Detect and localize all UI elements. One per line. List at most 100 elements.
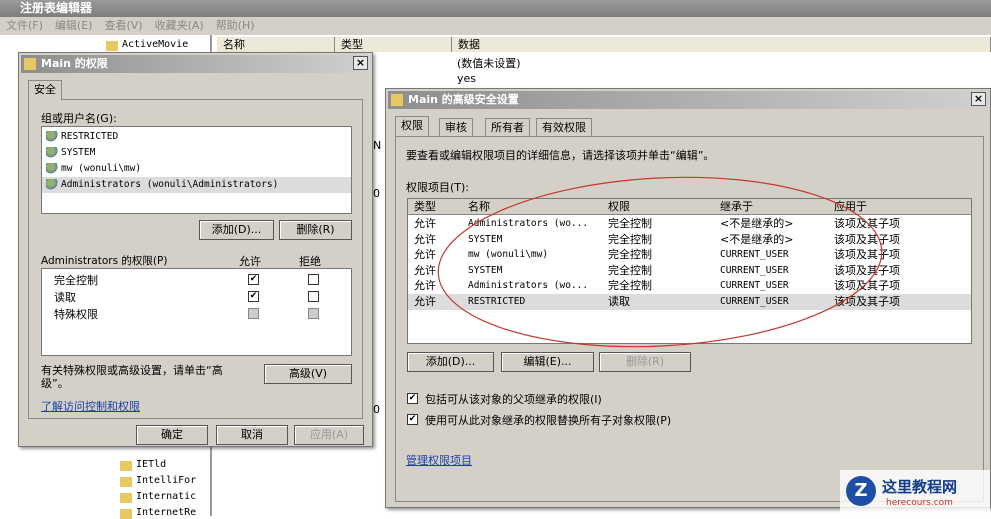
tree-item[interactable]: ActiveMovie [104, 39, 188, 51]
tab-permissions[interactable]: 权限 [395, 116, 429, 136]
permissions-dialog: Main 的权限 × 安全 组或用户名(G): RESTRICTED SYSTEM… [18, 52, 373, 447]
deny-header: 拒绝 [299, 255, 321, 268]
table-row[interactable]: 允许 SYSTEM 完全控制 CURRENT_USER 该项及其子项 [408, 263, 971, 279]
edit-button[interactable]: 编辑(E)... [501, 352, 594, 372]
tree-item[interactable]: InternetRe [118, 507, 196, 519]
tab-effective[interactable]: 有效权限 [536, 118, 592, 136]
folder-icon [24, 58, 36, 70]
menu-file[interactable]: 文件(F) [6, 19, 43, 32]
cell: 允许 [414, 263, 436, 277]
group-icon [46, 178, 58, 191]
ok-button[interactable]: 确定 [136, 425, 208, 445]
advanced-hint: 有关特殊权限或高级设置，请单击“高级”。 [41, 364, 223, 390]
tree-item[interactable]: Internatic [118, 491, 196, 503]
deny-checkbox [308, 308, 319, 319]
cell: CURRENT_USER [720, 295, 789, 307]
col-applies[interactable]: 应用于 [834, 199, 867, 215]
perm-name: 特殊权限 [54, 308, 98, 321]
dialog-title: Main 的权限 [41, 57, 108, 70]
user-icon [46, 162, 58, 175]
allow-checkbox[interactable]: ✔ [248, 291, 259, 302]
tab-owner[interactable]: 所有者 [485, 118, 530, 136]
cell: SYSTEM [468, 264, 503, 276]
tab-security[interactable]: 安全 [28, 80, 62, 100]
app-title-bar: 注册表编辑器 [0, 0, 991, 17]
col-name[interactable]: 名称 [468, 199, 490, 215]
learn-link[interactable]: 了解访问控制和权限 [41, 398, 140, 414]
perm-name: 读取 [54, 291, 76, 304]
permission-entries-table[interactable]: 类型 名称 权限 继承于 应用于 允许 Administrators (wo...… [407, 198, 972, 344]
clipped-text: 0 [373, 187, 380, 200]
replace-checkbox[interactable]: ✔ [407, 414, 418, 425]
cell: 该项及其子项 [834, 232, 900, 246]
menu-help[interactable]: 帮助(H) [216, 19, 255, 32]
add-button[interactable]: 添加(D)... [407, 352, 494, 372]
cell: CURRENT_USER [720, 280, 789, 291]
table-row[interactable]: 允许 SYSTEM 完全控制 <不是继承的> 该项及其子项 [408, 232, 971, 248]
cell: 允许 [414, 232, 436, 246]
cell: CURRENT_USER [720, 249, 789, 260]
advanced-security-dialog: Main 的高级安全设置 × 权限 审核 所有者 有效权限 要查看或编辑权限项目的… [385, 88, 991, 508]
cell: mw (wonuli\mw) [468, 249, 549, 260]
cell: <不是继承的> [720, 217, 794, 230]
clipped-text: N [373, 139, 382, 152]
app-title: 注册表编辑器 [20, 1, 93, 15]
menu-edit[interactable]: 编辑(E) [55, 19, 93, 32]
inherit-label: 包括可从该对象的父项继承的权限(I) [425, 393, 602, 406]
menu-favorites[interactable]: 收藏夹(A) [155, 19, 204, 32]
col-permission[interactable]: 权限 [608, 199, 630, 215]
column-name[interactable]: 名称 [217, 37, 335, 52]
table-row[interactable]: 允许 Administrators (wo... 完全控制 CURRENT_USER 该… [408, 278, 971, 294]
inherit-checkbox[interactable]: ✔ [407, 393, 418, 404]
remove-button[interactable]: 删除(R) [279, 220, 352, 240]
cell: SYSTEM [468, 233, 503, 245]
allow-checkbox[interactable]: ✔ [248, 274, 259, 285]
column-type[interactable]: 类型 [335, 37, 452, 52]
tree-item[interactable]: IntelliFor [118, 475, 196, 487]
perm-label: Administrators 的权限(P) [41, 255, 168, 267]
deny-checkbox[interactable] [308, 274, 319, 285]
deny-checkbox[interactable] [308, 291, 319, 302]
group-label: 组或用户名(G): [41, 112, 117, 125]
advanced-button[interactable]: 高级(V) [264, 364, 352, 384]
instruction-text: 要查看或编辑权限项目的详细信息，请选择该项并单击“编辑”。 [406, 149, 715, 162]
user-item-selected[interactable]: Administrators (wonuli\Administrators) [42, 177, 351, 193]
watermark-logo-icon: Z [846, 476, 876, 506]
cell: 允许 [414, 217, 436, 230]
table-row[interactable]: 允许 mw (wonuli\mw) 完全控制 CURRENT_USER 该项及其子项 [408, 247, 971, 263]
dialog-title-bar: Main 的高级安全设置 × [388, 91, 988, 109]
cell: 该项及其子项 [834, 294, 900, 308]
cell: 读取 [608, 294, 630, 308]
user-item[interactable]: SYSTEM [42, 145, 351, 161]
cell: 允许 [414, 279, 436, 292]
tree-item[interactable]: IETld [118, 459, 166, 471]
entries-label: 权限项目(T): [406, 181, 470, 194]
cell: 允许 [414, 248, 436, 261]
cell: 该项及其子项 [834, 279, 900, 292]
user-list[interactable]: RESTRICTED SYSTEM mw (wonuli\mw) Adminis… [41, 126, 352, 214]
cell: 该项及其子项 [834, 248, 900, 261]
add-button[interactable]: 添加(D)... [199, 220, 274, 240]
table-row[interactable]: 允许 Administrators (wo... 完全控制 <不是继承的> 该项及其子项 [408, 216, 971, 232]
close-button[interactable]: × [353, 56, 368, 70]
close-button[interactable]: × [971, 92, 986, 106]
table-row[interactable]: 允许 RESTRICTED 读取 CURRENT_USER 该项及其子项 [408, 293, 971, 310]
value-data: (数值未设置) [457, 57, 521, 70]
apply-button: 应用(A) [294, 425, 364, 445]
col-inherited[interactable]: 继承于 [720, 199, 753, 215]
col-type[interactable]: 类型 [414, 199, 436, 215]
cell: 该项及其子项 [834, 263, 900, 277]
user-item[interactable]: mw (wonuli\mw) [42, 161, 351, 177]
tab-auditing[interactable]: 审核 [439, 118, 473, 136]
manage-link[interactable]: 管理权限项目 [406, 452, 472, 468]
cancel-button[interactable]: 取消 [216, 425, 288, 445]
permission-list: 完全控制 ✔ 读取 ✔ 特殊权限 [41, 268, 352, 356]
cell: 该项及其子项 [834, 217, 900, 230]
menu-view[interactable]: 查看(V) [104, 19, 142, 32]
dialog-title: Main 的高级安全设置 [408, 93, 519, 106]
cell: <不是继承的> [720, 232, 794, 246]
column-data[interactable]: 数据 [452, 37, 991, 52]
cell: RESTRICTED [468, 295, 526, 307]
user-item[interactable]: RESTRICTED [42, 129, 351, 145]
security-panel: 组或用户名(G): RESTRICTED SYSTEM mw (wonuli\m… [28, 99, 363, 419]
